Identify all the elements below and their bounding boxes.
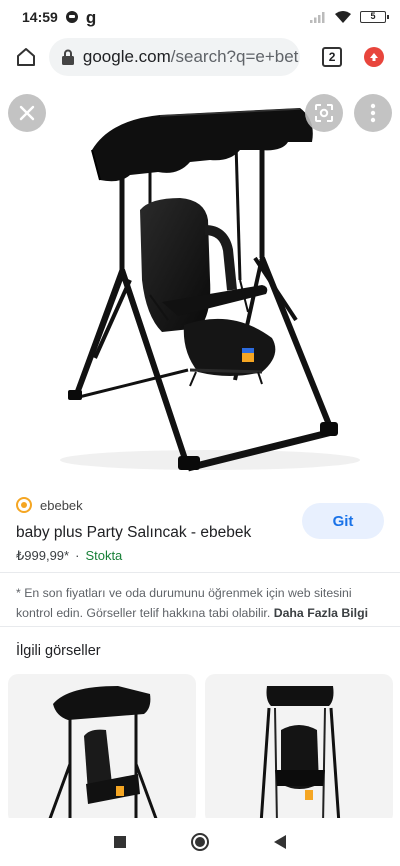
recents-icon (114, 836, 126, 848)
lens-icon (315, 104, 333, 122)
recents-button[interactable] (100, 822, 140, 862)
related-images-title: İlgili görseller (16, 643, 101, 659)
lock-icon (59, 48, 77, 66)
browser-menu-button[interactable] (356, 39, 392, 75)
home-button[interactable] (8, 39, 44, 75)
update-arrow-icon (364, 47, 385, 67)
source-row[interactable]: ebebek (16, 497, 83, 513)
divider (0, 572, 400, 573)
more-vert-icon (370, 103, 376, 123)
close-icon (19, 105, 35, 121)
related-swing-image (259, 686, 341, 824)
battery-icon: 5 (360, 11, 389, 23)
signal-icon (310, 12, 325, 23)
tab-count: 2 (322, 47, 343, 67)
home-circle-icon (191, 833, 209, 851)
ebebek-logo-icon (16, 497, 32, 513)
baby-swing-image (60, 108, 360, 472)
browser-toolbar: google.com/search?q=e+bet 2 (0, 34, 400, 80)
wifi-icon (335, 11, 351, 23)
visit-button[interactable]: Git (302, 503, 384, 539)
close-image-button[interactable] (8, 94, 46, 132)
source-name: ebebek (40, 497, 83, 513)
url-path: /search?q=e+bet (170, 47, 299, 66)
separator: · (75, 548, 80, 563)
tab-switcher-button[interactable]: 2 (314, 39, 350, 75)
chat-notification-icon (65, 11, 78, 23)
back-triangle-icon (274, 835, 286, 849)
home-nav-button[interactable] (180, 822, 220, 862)
related-image-card[interactable] (8, 674, 196, 824)
price: ₺999,99* (16, 548, 70, 563)
divider (0, 626, 400, 627)
clock: 14:59 (22, 9, 58, 25)
address-bar[interactable]: google.com/search?q=e+bet (48, 38, 301, 76)
status-bar: 14:59 g 5 (0, 0, 400, 34)
stock-status: Stokta (85, 548, 123, 563)
more-options-button[interactable] (354, 94, 392, 132)
back-button[interactable] (260, 822, 300, 862)
url-host: google.com (82, 47, 171, 66)
price-row: ₺999,99* · Stokta (16, 548, 122, 564)
home-icon (16, 48, 35, 66)
related-image-card[interactable] (205, 674, 393, 824)
g-notification-icon: g (85, 7, 97, 27)
disclaimer: * En son fiyatları ve oda durumunu öğren… (16, 583, 388, 623)
system-nav-bar (0, 818, 400, 866)
more-info-link[interactable]: Daha Fazla Bilgi (274, 606, 368, 620)
product-title[interactable]: baby plus Party Salıncak - ebebek (16, 524, 251, 542)
related-swing-image (46, 686, 160, 824)
product-image-viewer[interactable] (0, 80, 400, 486)
lens-search-button[interactable] (305, 94, 343, 132)
